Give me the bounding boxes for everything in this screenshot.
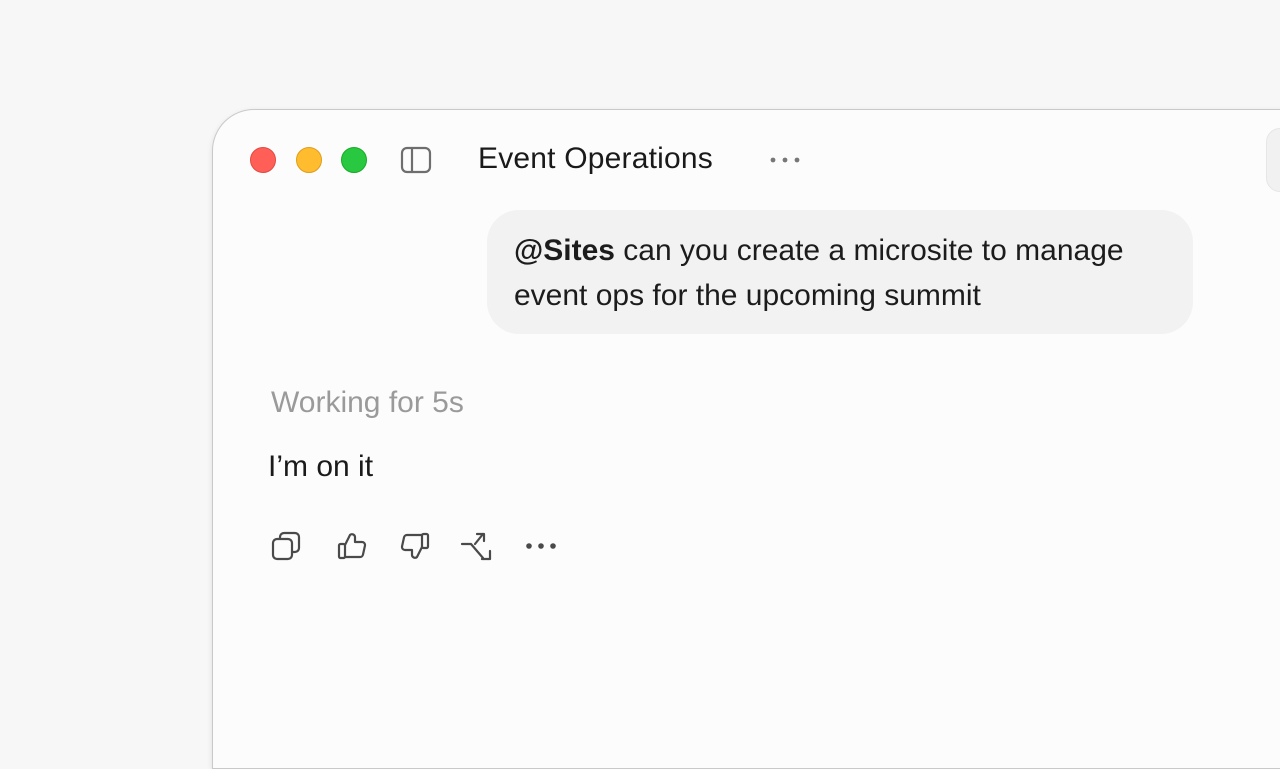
app-window [212, 109, 1280, 769]
thumbs-up-icon [337, 533, 367, 560]
sidebar-toggle-button[interactable] [400, 145, 432, 175]
copy-button[interactable] [268, 528, 304, 564]
maximize-window-button[interactable] [341, 147, 367, 173]
thumbs-down-icon [400, 532, 430, 559]
title-more-button[interactable] [768, 150, 802, 170]
more-actions-button[interactable] [522, 528, 558, 564]
ellipsis-icon [770, 157, 800, 163]
side-panel-edge [1266, 128, 1280, 192]
working-status[interactable]: Working for 5s [271, 384, 464, 422]
minimize-window-button[interactable] [296, 147, 322, 173]
ellipsis-icon [526, 543, 556, 549]
conversation-title: Event Operations [478, 142, 713, 175]
sidebar-icon [400, 146, 432, 174]
mention-tag[interactable]: @Sites [514, 234, 615, 267]
user-message-bubble: @Sites can you create a microsite to man… [487, 210, 1193, 334]
thumbs-down-button[interactable] [397, 528, 433, 564]
copy-icon [271, 531, 301, 561]
assistant-reply: I’m on it [268, 450, 374, 483]
branch-button[interactable] [458, 528, 494, 564]
close-window-button[interactable] [250, 147, 276, 173]
thumbs-up-button[interactable] [334, 528, 370, 564]
branch-icon [460, 532, 492, 561]
